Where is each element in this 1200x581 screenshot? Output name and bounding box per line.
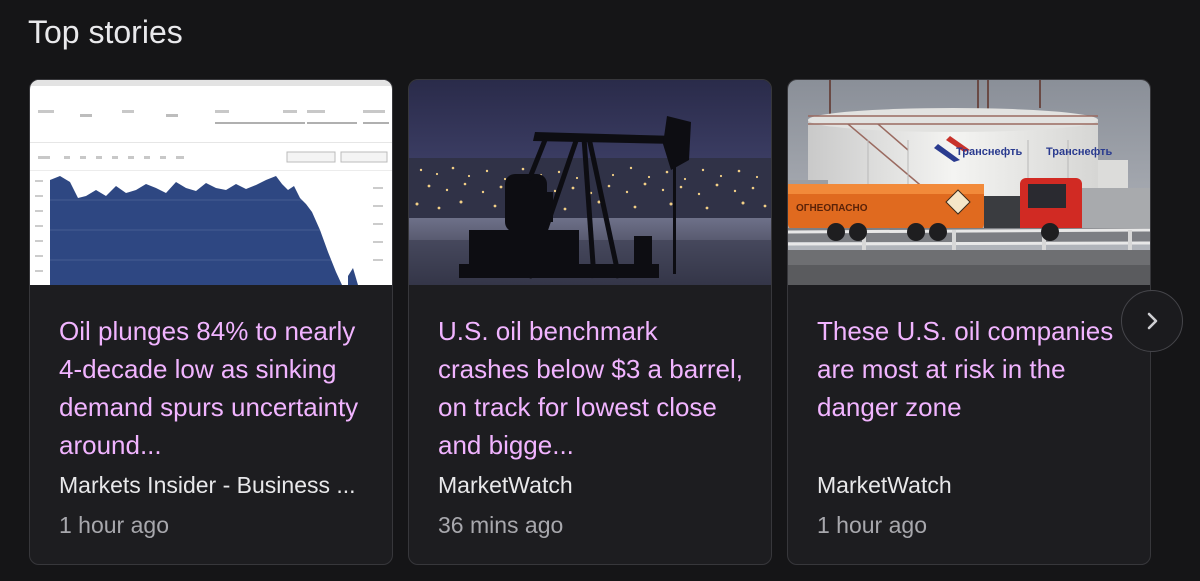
- story-time: 1 hour ago: [59, 512, 169, 538]
- tanker-brand-text: Транснефть: [956, 146, 1023, 158]
- story-source: Markets Insider - Business ...: [59, 472, 356, 498]
- story-source: MarketWatch: [817, 472, 952, 498]
- story-time: 36 mins ago: [438, 512, 564, 538]
- story-thumbnail-oil-tanker: Транснефть Транснефть ОГНЕОПАСНО: [788, 80, 1150, 285]
- story-headline[interactable]: These U.S. oil companies are most at ris…: [817, 312, 1127, 426]
- story-source: MarketWatch: [438, 472, 573, 498]
- tanker-brand-text-2: Транснефть: [1046, 146, 1113, 158]
- story-card[interactable]: Транснефть Транснефть ОГНЕОПАСНО These U…: [787, 79, 1151, 565]
- story-time: 1 hour ago: [817, 512, 927, 538]
- story-headline[interactable]: Oil plunges 84% to nearly 4-decade low a…: [59, 312, 369, 464]
- section-title: Top stories: [28, 14, 183, 50]
- story-headline[interactable]: U.S. oil benchmark crashes below $3 a ba…: [438, 312, 748, 464]
- story-thumbnail-chart: [30, 80, 392, 285]
- chevron-right-icon: [1147, 312, 1158, 330]
- truck-label-text: ОГНЕОПАСНО: [796, 203, 868, 214]
- story-card[interactable]: Oil plunges 84% to nearly 4-decade low a…: [29, 79, 393, 565]
- story-thumbnail-pumpjack: [409, 80, 771, 285]
- story-card[interactable]: U.S. oil benchmark crashes below $3 a ba…: [408, 79, 772, 565]
- carousel-next-button[interactable]: [1121, 290, 1183, 352]
